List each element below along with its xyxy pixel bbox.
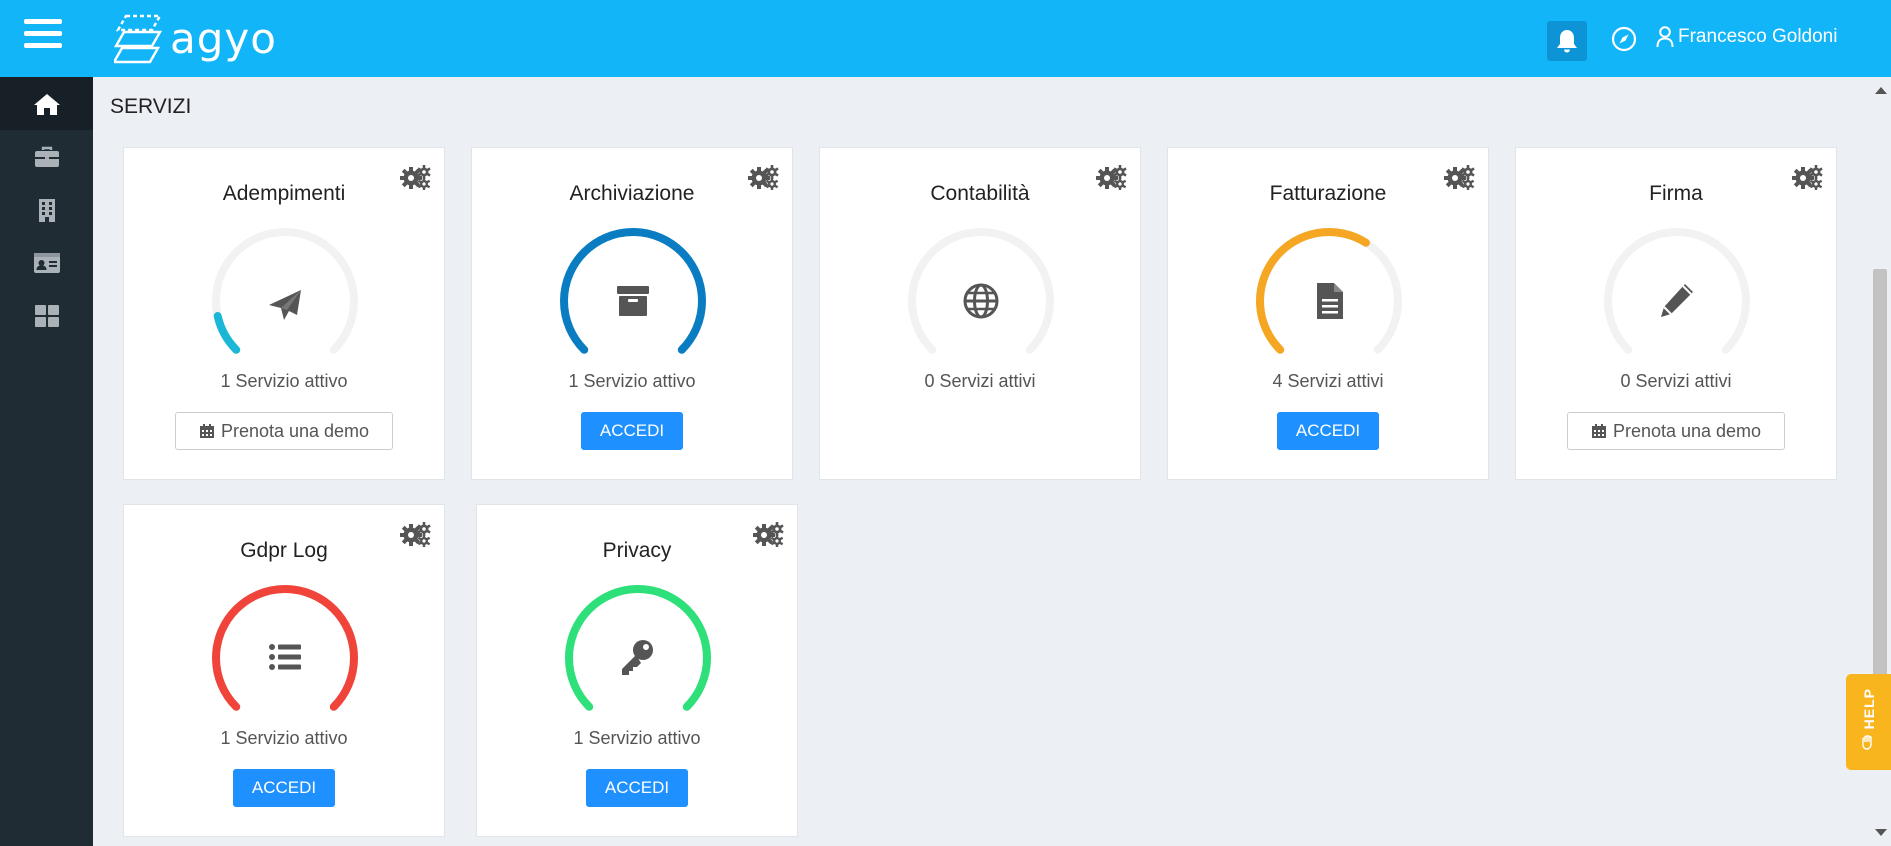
service-count: 0 Servizi attivi <box>1620 371 1732 391</box>
hand-icon <box>1862 735 1872 750</box>
user-name: Francesco Goldoni <box>1678 26 1838 47</box>
book-demo-label: Prenota una demo <box>220 420 370 441</box>
user-icon <box>1656 26 1674 48</box>
home-icon <box>33 93 60 115</box>
gauge-track <box>212 228 358 354</box>
top-bar: agyo Francesco Goldoni <box>0 0 1891 77</box>
scroll-down-arrow[interactable] <box>1875 829 1887 836</box>
sidebar-item-contacts[interactable] <box>0 236 93 289</box>
service-title: Fatturazione <box>1269 182 1387 205</box>
gauge-fill <box>213 312 241 354</box>
service-gauge <box>565 585 711 711</box>
sidebar-item-briefcase[interactable] <box>0 130 93 183</box>
service-count: 1 Servizio attivo <box>568 371 696 391</box>
service-title: Firma <box>1649 182 1703 205</box>
service-card-archiviazione: Archiviazione 1 Servizio attivo ACCEDI <box>471 147 793 480</box>
calendar-icon <box>199 424 214 438</box>
document-icon <box>1317 283 1343 319</box>
help-label: HELP <box>1861 688 1877 730</box>
service-gauge <box>212 228 358 354</box>
service-title: Gdpr Log <box>240 539 328 562</box>
book-demo-button[interactable]: Prenota una demo <box>175 412 393 450</box>
bell-icon <box>1557 30 1577 53</box>
hamburger-menu-icon[interactable] <box>24 19 62 53</box>
service-count: 0 Servizi attivi <box>924 371 1036 391</box>
help-button[interactable]: HELP <box>1846 674 1891 770</box>
service-title: Adempimenti <box>222 182 346 205</box>
agyo-logo-icon <box>114 14 163 64</box>
compass-icon <box>1611 26 1637 52</box>
service-title: Privacy <box>602 539 672 562</box>
service-card-contabilit-: Contabilità 0 Servizi attivi <box>819 147 1141 480</box>
archive-box-icon <box>617 286 649 316</box>
book-demo-label: Prenota una demo <box>1612 420 1762 441</box>
notifications-button[interactable] <box>1547 21 1587 61</box>
gauge-track <box>1604 228 1750 354</box>
page-title: SERVIZI <box>110 95 192 118</box>
accedi-button[interactable]: ACCEDI <box>581 412 683 450</box>
accedi-label: ACCEDI <box>251 778 317 797</box>
grid-icon <box>34 304 59 327</box>
sidebar-item-home[interactable] <box>0 77 93 130</box>
gauge-fill <box>1256 228 1370 354</box>
service-count: 1 Servizio attivo <box>220 728 348 748</box>
service-title: Contabilità <box>930 182 1030 205</box>
pencil-icon <box>1661 284 1693 317</box>
accedi-button[interactable]: ACCEDI <box>586 769 688 807</box>
service-gauge <box>212 585 358 711</box>
calendar-icon <box>1591 424 1606 438</box>
service-title: Archiviazione <box>569 182 695 205</box>
service-gauge <box>560 228 706 354</box>
service-card-gdpr-log: Gdpr Log 1 Servizio attivo ACCEDI <box>123 504 445 837</box>
sidebar-item-apps[interactable] <box>0 289 93 342</box>
list-icon <box>269 644 301 670</box>
accedi-button[interactable]: ACCEDI <box>233 769 335 807</box>
service-count: 1 Servizio attivo <box>573 728 701 748</box>
sidebar-item-company[interactable] <box>0 183 93 236</box>
id-card-icon <box>33 252 60 273</box>
main-content: SERVIZI Adempimenti 1 Servizio attivo Pren… <box>93 77 1869 846</box>
user-menu[interactable]: Francesco Goldoni <box>1656 26 1837 48</box>
accedi-label: ACCEDI <box>1295 421 1361 440</box>
sidebar <box>0 77 93 846</box>
briefcase-icon <box>34 146 59 167</box>
accedi-button[interactable]: ACCEDI <box>1277 412 1379 450</box>
service-card-adempimenti: Adempimenti 1 Servizio attivo Prenota una … <box>123 147 445 480</box>
gauge-track <box>908 228 1054 354</box>
scroll-up-arrow[interactable] <box>1875 87 1887 94</box>
book-demo-button[interactable]: Prenota una demo <box>1567 412 1785 450</box>
service-count: 1 Servizio attivo <box>220 371 348 391</box>
service-card-fatturazione: Fatturazione 4 Servizi attivi ACCEDI <box>1167 147 1489 480</box>
compass-button[interactable] <box>1611 26 1637 52</box>
accedi-label: ACCEDI <box>604 778 670 797</box>
building-icon <box>38 198 55 222</box>
service-gauge <box>1604 228 1750 354</box>
logo-text: agyo <box>170 13 277 63</box>
globe-icon <box>963 283 999 319</box>
agyo-logo[interactable]: agyo <box>114 10 277 66</box>
service-gauge <box>1256 228 1402 354</box>
key-icon <box>622 640 653 675</box>
paper-plane-icon <box>269 290 301 320</box>
service-gauge <box>908 228 1054 354</box>
service-card-firma: Firma 0 Servizi attivi Prenota una demo <box>1515 147 1837 480</box>
service-count: 4 Servizi attivi <box>1272 371 1384 391</box>
service-card-privacy: Privacy 1 Servizio attivo ACCEDI <box>476 504 798 837</box>
accedi-label: ACCEDI <box>599 421 665 440</box>
